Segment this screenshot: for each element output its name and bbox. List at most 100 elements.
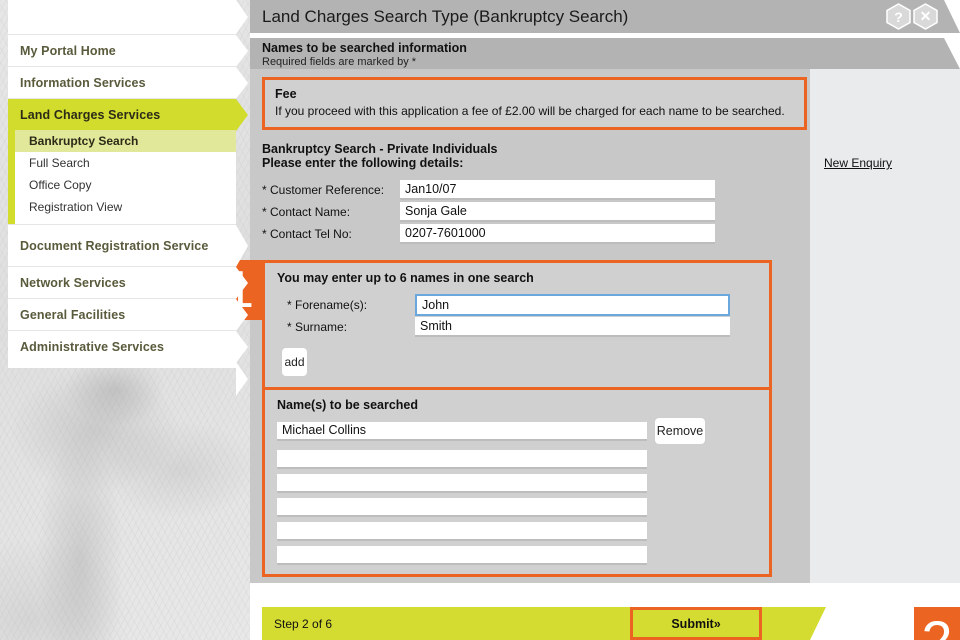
field-row-contact-tel: * Contact Tel No: (250, 223, 810, 244)
fee-band-right-panel (810, 69, 960, 138)
names-band-right-panel (810, 390, 960, 577)
sidebar-subitem-label: Office Copy (29, 178, 92, 192)
add-name-button[interactable]: add (281, 347, 308, 377)
sidebar-item-label: Information Services (20, 75, 146, 90)
sidebar-item-general-facilities[interactable]: General Facilities (8, 298, 248, 331)
names-to-search-heading: Name(s) to be searched (277, 398, 419, 412)
step1-band: 1 You may enter up to 6 names in one sea… (217, 260, 960, 390)
field-row-customer-reference: * Customer Reference: (250, 179, 810, 200)
name-slot-input[interactable] (277, 522, 647, 541)
window-titlebar: Land Charges Search Type (Bankruptcy Sea… (250, 0, 960, 33)
fee-text: If you proceed with this application a f… (275, 104, 785, 118)
main-content: Land Charges Search Type (Bankruptcy Sea… (217, 0, 960, 640)
sidebar-subitem-label: Registration View (29, 200, 123, 214)
sidebar-navigation: My Portal Home Information Services Land… (0, 0, 248, 396)
submit-button-label: Submit» (671, 616, 721, 631)
step1-band-right-panel (810, 260, 960, 390)
sidebar-item-land-charges-services[interactable]: Land Charges Services (8, 98, 248, 131)
surname-label: * Surname: (287, 319, 348, 334)
right-panel-divider-2 (810, 577, 960, 583)
details-band-spacer (250, 245, 810, 257)
sidebar-subitem-label: Full Search (29, 156, 90, 170)
footer-bar-wrapper: Step 2 of 6 Submit» 2 (250, 607, 960, 640)
names-band: Name(s) to be searched Remove (250, 390, 960, 577)
surname-input[interactable] (415, 316, 730, 337)
name-list-row: Remove (265, 417, 769, 445)
help-icon-glyph: ? (894, 8, 903, 25)
names-band-left: Name(s) to be searched Remove (250, 390, 810, 577)
sidebar-item-information-services[interactable]: Information Services (8, 66, 248, 99)
form-subheading: Please enter the following details: (262, 156, 464, 170)
content-area: Fee If you proceed with this application… (217, 69, 960, 583)
field-row-contact-name: * Contact Name: (250, 201, 810, 222)
sidebar-item-label: Document Registration Service (20, 238, 209, 253)
titlebar-icons: ? ✕ (886, 3, 938, 30)
name-slot-input[interactable] (277, 498, 647, 517)
name-list-row (265, 450, 769, 469)
sidebar-subitem-bankruptcy-search[interactable]: Bankruptcy Search (15, 130, 236, 152)
fee-callout-wrapper: Fee If you proceed with this application… (250, 69, 810, 130)
sidebar-subitem-office-copy[interactable]: Office Copy (15, 174, 236, 196)
name-list-row (265, 522, 769, 541)
close-icon-glyph: ✕ (919, 8, 932, 24)
customer-reference-label: * Customer Reference: (262, 182, 385, 197)
sidebar-item-document-registration-service[interactable]: Document Registration Service (8, 224, 248, 267)
divider-left-2 (250, 577, 810, 583)
subheader-title: Names to be searched information (262, 41, 467, 55)
sidebar-item-network-services[interactable]: Network Services (8, 266, 248, 299)
sidebar-subitem-registration-view[interactable]: Registration View (15, 196, 236, 218)
name-slot-input[interactable] (277, 450, 647, 469)
step-footer-bar: Step 2 of 6 Submit» (262, 607, 826, 640)
fee-band: Fee If you proceed with this application… (250, 69, 960, 138)
fee-callout: Fee If you proceed with this application… (262, 77, 807, 130)
new-enquiry-link[interactable]: New Enquiry (810, 138, 892, 170)
fee-band-left: Fee If you proceed with this application… (250, 69, 810, 138)
sidebar-item-label: My Portal Home (20, 43, 116, 58)
contact-name-label: * Contact Name: (262, 204, 351, 219)
step1-band-left: 1 You may enter up to 6 names in one sea… (217, 260, 810, 390)
name-entry-heading: You may enter up to 6 names in one searc… (277, 271, 534, 285)
contact-name-input[interactable] (400, 201, 715, 222)
fee-title: Fee (275, 87, 297, 101)
sidebar-item-my-portal-home[interactable]: My Portal Home (8, 34, 248, 67)
sidebar-item-label: General Facilities (20, 307, 126, 322)
sidebar-item-label: Administrative Services (20, 339, 165, 354)
application-window: My Portal Home Information Services Land… (0, 0, 960, 640)
name-list-row (265, 498, 769, 517)
forename-input[interactable] (415, 293, 730, 316)
section-subheader: Names to be searched information Require… (250, 38, 960, 69)
forename-label: * Forename(s): (287, 297, 368, 312)
sidebar-subitem-full-search[interactable]: Full Search (15, 152, 236, 174)
sidebar-item-label: Network Services (20, 275, 126, 290)
customer-reference-input[interactable] (400, 179, 715, 200)
page-title: Land Charges Search Type (Bankruptcy Sea… (262, 6, 629, 26)
field-row-surname: * Surname: (265, 316, 769, 337)
details-band: Bankruptcy Search - Private Individuals … (250, 138, 960, 257)
submit-button[interactable]: Submit» (630, 607, 762, 640)
name-entry-section: 1 You may enter up to 6 names in one sea… (217, 260, 772, 390)
close-hex-icon[interactable]: ✕ (913, 3, 938, 30)
sidebar-item-administrative-services[interactable]: Administrative Services (8, 330, 248, 363)
step-indicator: Step 2 of 6 (274, 616, 333, 631)
name-slot-input[interactable] (277, 421, 647, 441)
help-hex-icon[interactable]: ? (886, 3, 911, 30)
name-slot-input[interactable] (277, 474, 647, 493)
panel-divider-band-2 (250, 577, 960, 583)
contact-tel-input[interactable] (400, 223, 715, 244)
sidebar-top-cap (8, 0, 248, 34)
name-list-row (265, 474, 769, 493)
remove-name-button[interactable]: Remove (654, 417, 706, 445)
form-headings: Bankruptcy Search - Private Individuals … (250, 138, 810, 170)
sidebar-subitem-label: Bankruptcy Search (29, 134, 139, 148)
sidebar-submenu: Bankruptcy Search Full Search Office Cop… (8, 130, 236, 224)
sidebar-bottom-cap (8, 362, 248, 396)
name-slot-input[interactable] (277, 546, 647, 565)
name-entry-form: * Forename(s): * Surname: (265, 293, 769, 337)
names-to-search-section: Name(s) to be searched Remove (262, 390, 772, 577)
customer-details-form: * Customer Reference: * Contact Name: * … (250, 179, 810, 244)
name-list-row (265, 546, 769, 565)
details-band-right-panel: New Enquiry (810, 138, 960, 257)
details-band-left: Bankruptcy Search - Private Individuals … (250, 138, 810, 257)
contact-tel-label: * Contact Tel No: (262, 226, 352, 241)
sidebar-item-label: Land Charges Services (20, 107, 161, 122)
